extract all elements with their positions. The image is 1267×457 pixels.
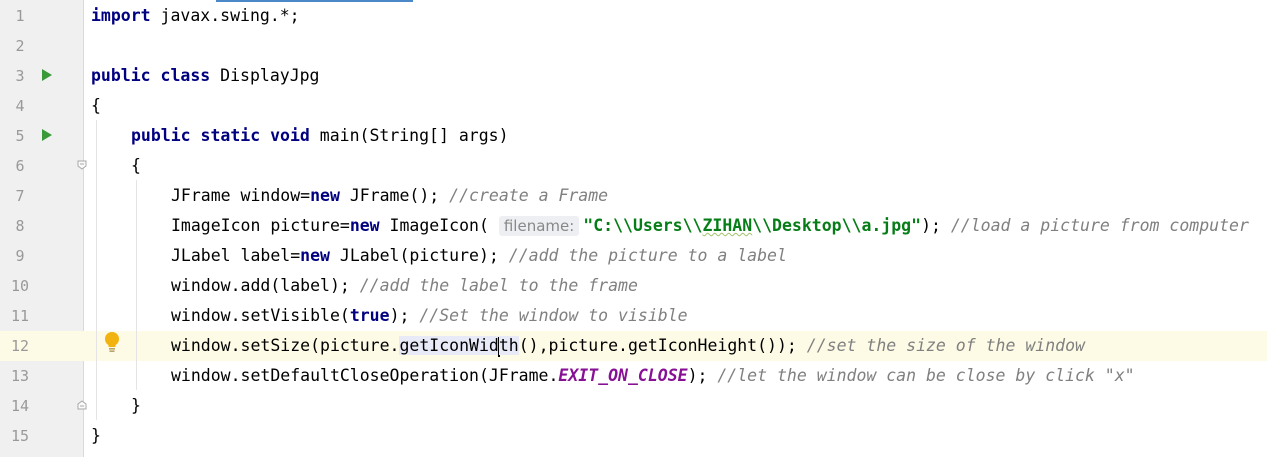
line-number: 7 bbox=[15, 187, 25, 205]
indent-guide bbox=[96, 120, 97, 420]
line-number: 6 bbox=[15, 157, 25, 175]
code-line-14[interactable]: } bbox=[131, 391, 141, 421]
keyword: public bbox=[131, 126, 191, 145]
run-main-icon[interactable] bbox=[42, 129, 52, 141]
brace: } bbox=[91, 426, 101, 445]
comment: //create a Frame bbox=[449, 186, 609, 205]
fold-icon[interactable] bbox=[77, 160, 87, 170]
keyword: class bbox=[160, 66, 211, 85]
code-line-8[interactable]: ImageIcon picture=new ImageIcon( filenam… bbox=[171, 211, 1249, 241]
line-number: 1 bbox=[15, 7, 25, 25]
string-literal: \\Desktop\\a.jpg" bbox=[752, 216, 922, 235]
class-name: DisplayJpg bbox=[210, 66, 320, 85]
code-line-10[interactable]: window.add(label); //add the label to th… bbox=[171, 271, 638, 301]
keyword: new bbox=[300, 246, 330, 265]
line-number: 4 bbox=[15, 97, 25, 115]
keyword: true bbox=[349, 306, 390, 325]
keyword: import bbox=[91, 6, 151, 25]
fold-end-icon[interactable] bbox=[77, 400, 87, 410]
code-line-11[interactable]: window.setVisible(true); //Set the windo… bbox=[171, 301, 688, 331]
indent-guide bbox=[136, 180, 137, 390]
code-text: window.add(label); bbox=[171, 276, 360, 295]
parameter-hint: filename: bbox=[498, 216, 580, 236]
code-text: JFrame(); bbox=[339, 186, 450, 205]
code-text: JLabel(picture); bbox=[329, 246, 509, 265]
comment: //set the size of the window bbox=[806, 336, 1085, 355]
line-number: 3 bbox=[15, 67, 25, 85]
code-text: main(String[] args) bbox=[309, 126, 509, 145]
keyword: static bbox=[200, 126, 261, 145]
code-line-5[interactable]: public static void main(String[] args) bbox=[131, 121, 509, 151]
code-line-1[interactable]: import javax.swing.*; bbox=[91, 1, 300, 31]
code-line-7[interactable]: JFrame window=new JFrame(); //create a F… bbox=[171, 181, 608, 211]
line-number: 2 bbox=[15, 37, 25, 55]
comment: //Set the window to visible bbox=[419, 306, 688, 325]
line-number: 5 bbox=[15, 127, 25, 145]
code-line-9[interactable]: JLabel label=new JLabel(picture); //add … bbox=[171, 241, 787, 271]
code-line-3[interactable]: public class DisplayJpg bbox=[91, 61, 320, 91]
code-line-6[interactable]: { bbox=[131, 151, 141, 181]
code-text: ); bbox=[921, 216, 951, 235]
code-text: ImageIcon( bbox=[379, 216, 489, 235]
comment: //add the picture to a label bbox=[508, 246, 787, 265]
line-number: 9 bbox=[15, 247, 25, 265]
code-text: ); bbox=[389, 306, 420, 325]
brace: { bbox=[91, 96, 101, 115]
keyword: public bbox=[91, 66, 151, 85]
code-text: ImageIcon picture= bbox=[171, 216, 350, 235]
comment: //add the label to the frame bbox=[359, 276, 638, 295]
code-line-15[interactable]: } bbox=[91, 421, 101, 451]
line-number: 8 bbox=[15, 217, 25, 235]
code-text: javax.swing.*; bbox=[150, 6, 300, 25]
brace: } bbox=[131, 396, 141, 415]
code-text: window.setSize(picture. bbox=[171, 336, 400, 355]
constant: EXIT_ON_CLOSE bbox=[558, 366, 688, 385]
run-class-icon[interactable] bbox=[42, 69, 52, 81]
code-text: ); bbox=[687, 366, 718, 385]
identifier-highlight: getIconWid bbox=[399, 336, 499, 355]
comment: //load a picture from computer bbox=[950, 216, 1249, 235]
keyword: new bbox=[310, 186, 340, 205]
code-line-4[interactable]: { bbox=[91, 91, 101, 121]
code-text: (),picture.getIconHeight()); bbox=[518, 336, 807, 355]
line-number: 11 bbox=[10, 307, 30, 325]
brace: { bbox=[131, 156, 141, 175]
code-text: window.setDefaultCloseOperation(JFrame. bbox=[171, 366, 559, 385]
line-number: 13 bbox=[10, 367, 30, 385]
keyword: new bbox=[349, 216, 380, 235]
line-number: 14 bbox=[10, 397, 30, 415]
lightbulb-icon[interactable] bbox=[103, 331, 121, 353]
line-number: 12 bbox=[10, 337, 30, 355]
code-text: window.setVisible( bbox=[171, 306, 350, 325]
line-number: 10 bbox=[10, 277, 30, 295]
typo-warning: ZIHAN bbox=[702, 216, 753, 235]
comment: //let the window can be close by click "… bbox=[717, 366, 1135, 385]
code-line-12[interactable]: window.setSize(picture.getIconWidth(),pi… bbox=[171, 331, 1085, 361]
keyword: void bbox=[270, 126, 310, 145]
code-line-13[interactable]: window.setDefaultCloseOperation(JFrame.E… bbox=[171, 361, 1135, 391]
code-text: JLabel label= bbox=[171, 246, 301, 265]
identifier-highlight: th bbox=[498, 336, 519, 355]
code-text: JFrame window= bbox=[171, 186, 311, 205]
line-number: 15 bbox=[10, 427, 30, 445]
string-literal: "C:\\Users\\ bbox=[583, 216, 703, 235]
